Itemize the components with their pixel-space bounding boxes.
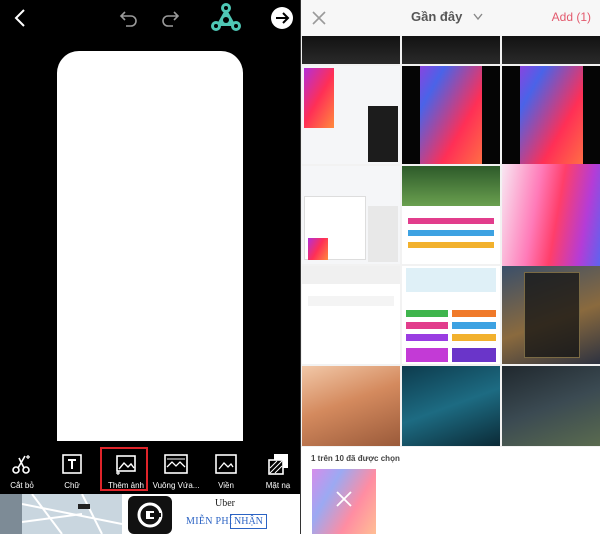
photo-thumbnail[interactable]: [502, 66, 600, 164]
photo-grid: [302, 36, 600, 447]
editor-topbar: [0, 0, 300, 40]
tool-square[interactable]: Vuông Vứa...: [150, 447, 202, 495]
tool-mask[interactable]: Mặt nạ: [252, 447, 300, 495]
ad-map-edge: [0, 494, 22, 534]
photo-thumbnail-selected[interactable]: [502, 164, 600, 266]
selection-count: 1 trên 10 đã được chọn: [311, 454, 400, 463]
photo-thumbnail[interactable]: [302, 266, 400, 364]
tool-cut[interactable]: Cắt bỏ: [0, 447, 48, 495]
remove-icon[interactable]: [334, 489, 354, 509]
scissors-icon: [12, 455, 30, 474]
gallery-topbar: Gần đây Add (1): [301, 0, 600, 36]
add-button[interactable]: Add (1): [552, 10, 591, 24]
text-box-icon: [62, 454, 82, 474]
photo-thumbnail[interactable]: [502, 266, 600, 364]
collage-canvas[interactable]: [57, 51, 243, 441]
tool-text[interactable]: Chữ: [46, 447, 98, 495]
tool-border[interactable]: Viền: [200, 447, 252, 495]
album-title[interactable]: Gần đây: [411, 9, 462, 24]
photo-thumbnail[interactable]: [302, 66, 400, 164]
tool-bar: Cắt bỏ Chữ Thêm ảnh Vuông Vứa... Viền Mặ…: [0, 447, 300, 495]
fidget-spinner-logo: [211, 3, 241, 31]
uber-logo: [128, 496, 172, 534]
back-icon[interactable]: [12, 8, 28, 28]
redo-icon[interactable]: [161, 9, 181, 27]
square-fit-icon: [164, 454, 188, 474]
photo-thumbnail[interactable]: [402, 366, 500, 446]
selection-tray: 1 trên 10 đã được chọn: [301, 447, 600, 534]
photo-thumbnail[interactable]: [502, 366, 600, 446]
photo-thumbnail[interactable]: [302, 36, 400, 64]
chevron-down-icon[interactable]: [473, 13, 483, 21]
photo-thumbnail[interactable]: [302, 166, 400, 264]
photo-thumbnail[interactable]: [402, 166, 500, 264]
ad-brand-name: Uber: [215, 498, 235, 509]
tool-label: Chữ: [64, 481, 80, 490]
tool-label: Mặt nạ: [265, 481, 291, 490]
close-icon[interactable]: [311, 10, 327, 26]
border-image-icon: [215, 454, 237, 474]
tool-label: Viền: [218, 481, 234, 490]
photo-thumbnail[interactable]: [402, 66, 500, 164]
photo-thumbnail[interactable]: [402, 36, 500, 64]
undo-icon[interactable]: [118, 9, 138, 27]
ad-banner[interactable]: Uber MIỄN PHÍ NHẬN: [0, 494, 300, 534]
editor-panel: Cắt bỏ Chữ Thêm ảnh Vuông Vứa... Viền Mặ…: [0, 0, 300, 534]
ad-map-image: [22, 494, 122, 534]
photo-thumbnail[interactable]: [302, 366, 400, 446]
mask-icon: [268, 454, 288, 475]
car-icon: [78, 504, 90, 509]
gallery-panel: Gần đây Add (1) 1 trên 10 đã được chọn: [300, 0, 600, 534]
ad-install-button[interactable]: NHẬN: [230, 514, 267, 529]
tool-add-photo[interactable]: Thêm ảnh: [100, 447, 152, 495]
photo-thumbnail[interactable]: [502, 36, 600, 64]
ad-price: MIỄN PHÍ: [186, 516, 233, 527]
photo-thumbnail[interactable]: [402, 266, 500, 364]
next-arrow-icon[interactable]: [270, 6, 294, 30]
